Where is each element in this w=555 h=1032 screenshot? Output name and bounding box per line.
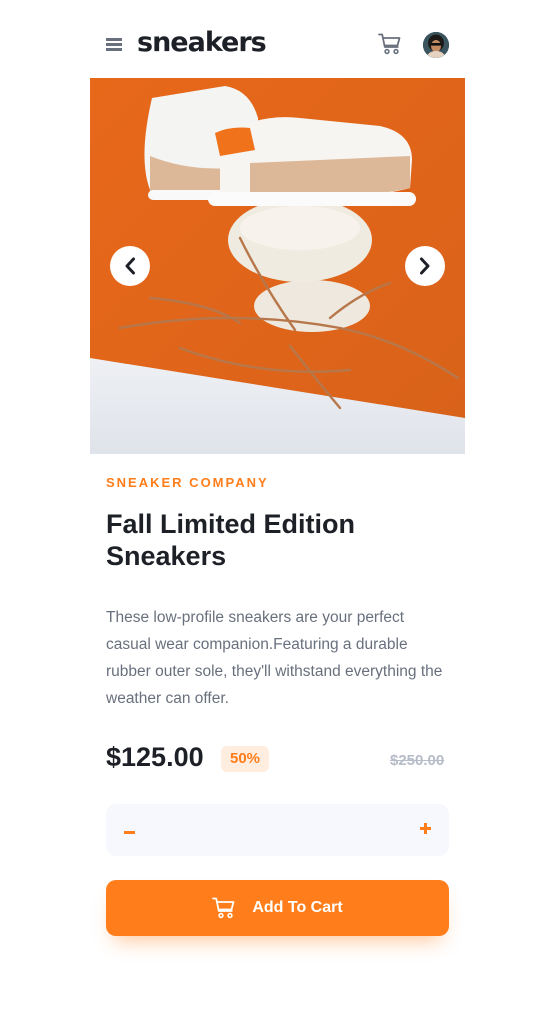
cart-icon[interactable] xyxy=(378,33,402,57)
product-title: Fall Limited Edition Sneakers xyxy=(106,509,355,571)
company-name: SNEAKER COMPANY xyxy=(106,475,269,490)
product-gallery xyxy=(90,78,465,454)
product-page: sneakers SNEAKER COMPANY Fall Limited Ed… xyxy=(90,0,465,1032)
original-price: $250.00 xyxy=(390,752,445,769)
next-image-button[interactable] xyxy=(405,246,445,286)
current-price: $125.00 xyxy=(106,742,204,772)
add-to-cart-button[interactable]: Add To Cart xyxy=(106,880,449,936)
previous-image-button[interactable] xyxy=(110,246,150,286)
chevron-right-icon xyxy=(420,257,430,275)
discount-badge: 50% xyxy=(221,746,270,772)
avatar[interactable] xyxy=(423,32,449,58)
plus-icon[interactable] xyxy=(418,817,438,843)
site-header: sneakers xyxy=(90,0,465,78)
product-description: These low-profile sneakers are your perf… xyxy=(106,609,443,707)
quantity-stepper xyxy=(106,804,449,856)
minus-icon[interactable] xyxy=(122,817,142,843)
cart-icon xyxy=(212,897,235,919)
chevron-left-icon xyxy=(125,257,135,275)
menu-icon[interactable] xyxy=(106,36,122,52)
logo[interactable]: sneakers xyxy=(137,27,267,59)
add-to-cart-label: Add To Cart xyxy=(252,899,343,916)
